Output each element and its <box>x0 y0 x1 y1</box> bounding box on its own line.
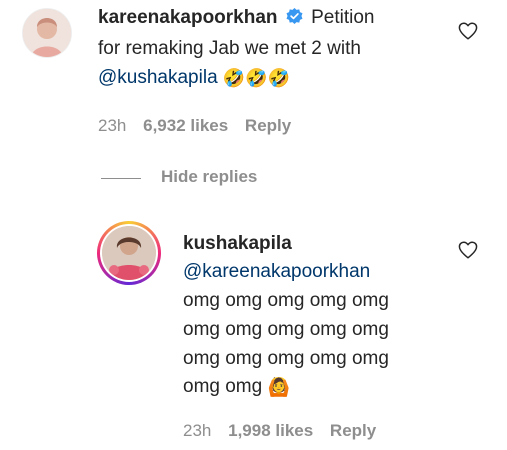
reply-text-line4-text: omg omg <box>183 376 263 398</box>
comment-text-line1: kareenakapoorkhan Petition <box>98 4 374 32</box>
hide-replies-divider <box>101 178 141 179</box>
reply-likes[interactable]: 1,998 likes <box>228 421 313 440</box>
comment-text-line2: for remaking Jab we met 2 with <box>98 38 361 59</box>
reply-meta: 23h 1,998 likes Reply <box>183 421 376 441</box>
reply-text-line4: omg omg 🙆 <box>183 373 290 401</box>
reply-text-line1: omg omg omg omg omg <box>183 290 389 311</box>
heart-outline-icon[interactable] <box>458 22 478 40</box>
reply-mention[interactable]: @kareenakapoorkhan <box>183 261 370 282</box>
verified-badge-icon <box>286 7 303 24</box>
reply-time[interactable]: 23h <box>183 421 211 440</box>
avatar-image <box>102 226 156 280</box>
avatar-kushakapila[interactable] <box>102 226 156 280</box>
comment-time[interactable]: 23h <box>98 116 126 135</box>
avatar-image <box>23 9 71 57</box>
heart-outline-icon[interactable] <box>458 241 478 259</box>
comment-meta: 23h 6,932 likes Reply <box>98 116 291 136</box>
reply-username[interactable]: kushakapila <box>183 233 292 254</box>
avatar-kareenakapoorkhan[interactable] <box>22 8 72 58</box>
reply-text-line3: omg omg omg omg omg <box>183 348 389 369</box>
comment-text-part1: Petition <box>311 7 375 28</box>
comment-text-line3: @kushakapila 🤣🤣🤣 <box>98 64 290 92</box>
comment-username[interactable]: kareenakapoorkhan <box>98 7 278 28</box>
comment-likes[interactable]: 6,932 likes <box>143 116 228 135</box>
reply-text-line2: omg omg omg omg omg <box>183 319 389 340</box>
reply-mention-line: @kareenakapoorkhan <box>183 258 370 286</box>
person-gesture-emoji: 🙆 <box>267 377 290 397</box>
comment-reply-button[interactable]: Reply <box>245 116 291 135</box>
reply-username-line: kushakapila <box>183 230 292 258</box>
hide-replies-button[interactable]: Hide replies <box>161 167 257 187</box>
laughing-emoji: 🤣🤣🤣 <box>222 68 291 88</box>
reply-reply-button[interactable]: Reply <box>330 421 376 440</box>
comment-mention[interactable]: @kushakapila <box>98 67 218 88</box>
